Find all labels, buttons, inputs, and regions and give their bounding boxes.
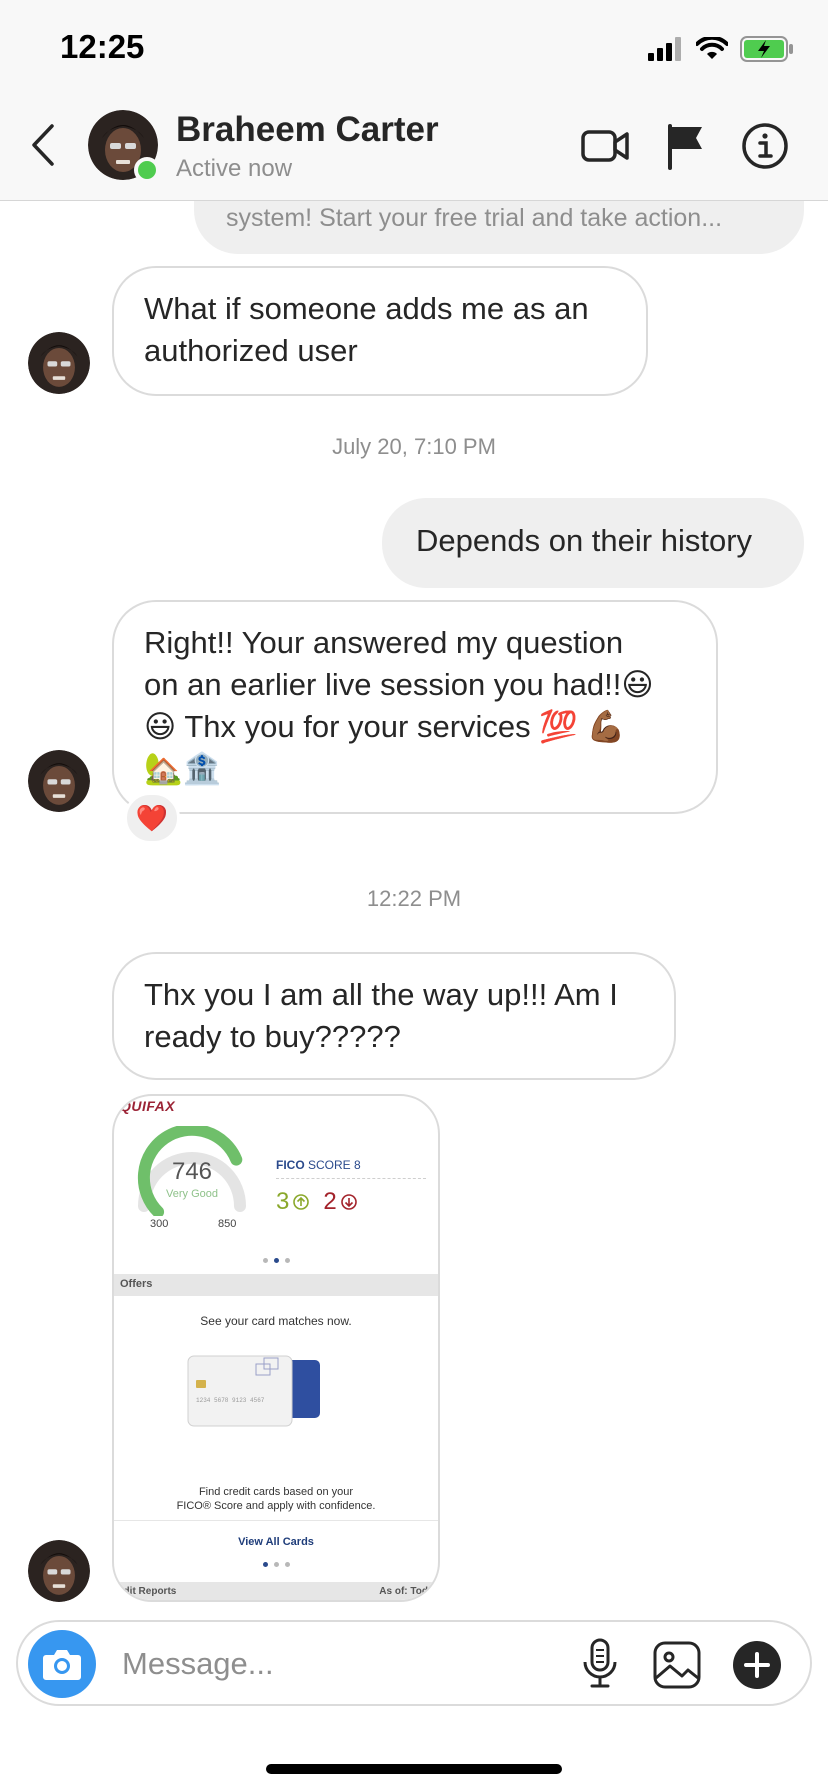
message-incoming[interactable]: What if someone adds me as an authorized…: [112, 266, 648, 396]
cellular-signal-icon: [648, 37, 681, 61]
camera-button[interactable]: [28, 1630, 96, 1698]
shared-image-message[interactable]: QUIFAX 746 Very Good 300 850 FICO SCORE …: [112, 1094, 440, 1602]
message-line: 😃 Thx you for your services 💯 💪🏾: [144, 709, 626, 744]
status-time: 12:25: [60, 28, 145, 65]
home-indicator: [266, 1764, 562, 1774]
contact-status: Active now: [176, 155, 293, 182]
arrow-down-circle-icon: [340, 1194, 357, 1210]
camera-icon: [43, 1650, 81, 1680]
view-all-cards-link: View All Cards: [238, 1536, 314, 1548]
offers-header: Offers: [114, 1274, 438, 1296]
battery-charging-icon: [740, 36, 793, 62]
message-text: Thx you I am all the way up!!! Am I read…: [144, 977, 618, 1054]
gallery-icon[interactable]: [652, 1640, 702, 1690]
credit-card-illustration: 1234 5678 9123 4567: [187, 1355, 320, 1427]
credit-reports-bar: edit Reports As of: Tod: [114, 1582, 438, 1600]
negative-factors-count: 2: [323, 1188, 337, 1215]
card-match-prompt: See your card matches now.: [200, 1314, 352, 1328]
message-incoming[interactable]: Thx you I am all the way up!!! Am I read…: [112, 952, 676, 1080]
online-indicator: [134, 157, 160, 183]
back-chevron-icon[interactable]: [28, 122, 60, 168]
credit-bureau-logo: QUIFAX: [120, 1098, 176, 1114]
carousel-dots: [114, 1258, 438, 1263]
message-line: on an earlier live session you had!!😃: [144, 667, 654, 702]
divider: [276, 1178, 426, 1179]
fico-label: FICO SCORE 8: [276, 1158, 361, 1172]
footer-right: As of: Tod: [379, 1586, 428, 1597]
message-composer: [16, 1620, 812, 1706]
message-text: system! Start your free trial and take a…: [226, 204, 723, 232]
avatar-image: [28, 750, 90, 812]
credit-score-rating: Very Good: [166, 1188, 218, 1200]
score-range-min: 300: [150, 1218, 169, 1230]
score-range-max: 850: [218, 1218, 237, 1230]
plus-icon[interactable]: [732, 1640, 782, 1690]
sender-avatar[interactable]: [28, 1540, 90, 1602]
credit-score-value: 746: [171, 1158, 213, 1185]
timestamp: 12:22 PM: [366, 886, 462, 911]
fico-brand: FICO: [276, 1158, 305, 1172]
divider: [114, 1520, 438, 1521]
carousel-dots: [114, 1562, 438, 1567]
sender-avatar[interactable]: [28, 332, 90, 394]
fico-score-type: SCORE 8: [308, 1158, 361, 1172]
positive-factors-count: 3: [276, 1188, 290, 1215]
find-cards-line1: Find credit cards based on your: [198, 1486, 354, 1498]
avatar-image: [28, 332, 90, 394]
wifi-icon: [696, 37, 728, 59]
arrow-up-circle-icon: [293, 1194, 310, 1210]
score-factors: 3 2: [276, 1188, 357, 1216]
microphone-icon[interactable]: [580, 1638, 620, 1690]
card-number: 1234 5678 9123 4567: [196, 1397, 265, 1404]
message-line: Right!! Your answered my question: [144, 625, 624, 660]
status-icons: [648, 34, 794, 64]
message-input[interactable]: [122, 1642, 502, 1686]
message-outgoing[interactable]: Depends on their history: [382, 498, 804, 588]
find-cards-line2: FICO® Score and apply with confidence.: [176, 1500, 376, 1512]
timestamp: July 20, 7:10 PM: [332, 434, 496, 459]
flag-icon[interactable]: [666, 122, 706, 170]
chat-header: 12:25 Braheem Carter Active now: [0, 0, 828, 201]
footer-left: edit Reports: [118, 1586, 177, 1597]
message-incoming[interactable]: Right!! Your answered my question on an …: [112, 600, 718, 814]
heart-icon: ❤️: [135, 802, 169, 833]
info-icon[interactable]: [740, 122, 790, 170]
sender-avatar[interactable]: [28, 750, 90, 812]
message-line: 🏡🏦: [144, 751, 222, 786]
message-text: What if someone adds me as an authorized…: [144, 291, 589, 368]
heart-reaction[interactable]: ❤️: [124, 792, 180, 844]
video-camera-icon[interactable]: [580, 122, 630, 170]
message-text: Depends on their history: [416, 523, 753, 558]
avatar-image: [28, 1540, 90, 1602]
contact-name[interactable]: Braheem Carter: [176, 110, 439, 150]
